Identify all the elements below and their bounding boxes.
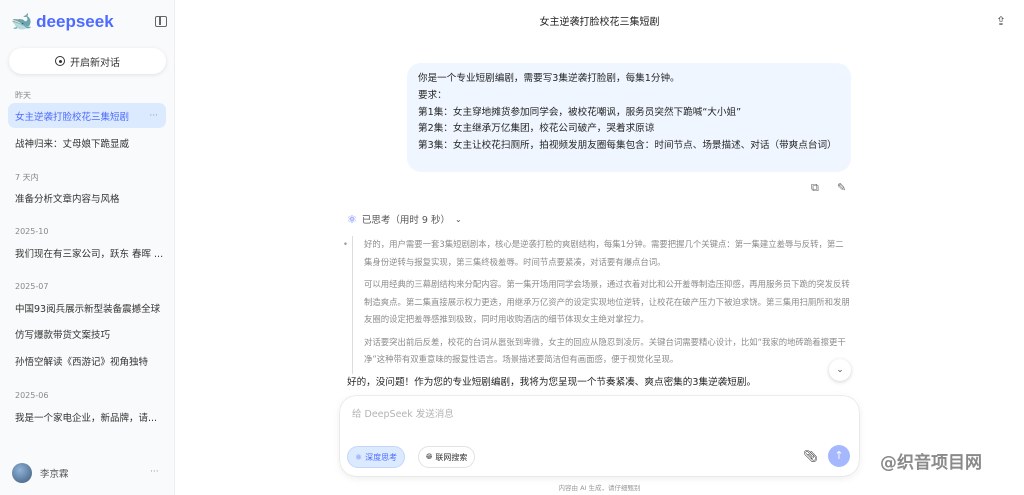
page-title: 女主逆袭打脸校花三集短剧 — [539, 17, 660, 28]
chevron-down-icon: ⌄ — [454, 214, 462, 224]
sidebar: 🐋 deepseek 开启新对话 昨天 女主逆袭打脸校花三集短剧 ··· 战神归来：… — [0, 0, 175, 495]
group-label: 2025-07 — [15, 282, 49, 291]
web-search-button[interactable]: 🌐︎ 联网搜索 — [418, 446, 476, 468]
chat-item[interactable]: 中国93阅兵展示新型装备震撼全球 — [8, 295, 166, 320]
chat-item[interactable]: 战神归来：丈母娘下跪显威 — [8, 130, 166, 155]
user-message: 你是一个专业短剧编剧，需要写3集逆袭打脸剧，每集1分钟。 要求： 第1集：女主穿… — [407, 63, 851, 172]
group-label: 2025-10 — [15, 227, 49, 236]
user-profile[interactable]: 李京霖 — [12, 463, 69, 483]
scroll-down-button[interactable]: ⌄ — [829, 359, 851, 381]
share-icon[interactable]: ⇪ — [996, 14, 1006, 28]
sidebar-toggle-icon[interactable] — [155, 16, 167, 27]
more-icon[interactable]: ··· — [149, 111, 158, 121]
chat-item[interactable]: 仿写爆款带货文案技巧 — [8, 321, 166, 346]
group-label: 7 天内 — [15, 173, 39, 182]
chat-item[interactable]: 我们现在有三家公司，跃东 春晖 ... — [8, 240, 166, 265]
send-button[interactable]: ↑ — [828, 445, 850, 467]
whale-icon: 🐋 — [11, 12, 33, 31]
new-chat-button[interactable]: 开启新对话 — [9, 48, 166, 74]
deep-think-button[interactable]: ⚛ 深度思考 — [347, 446, 406, 468]
attach-icon[interactable]: 📎︎ — [803, 449, 818, 463]
chat-item[interactable]: 孙悟空解读《西游记》视角独特 — [8, 348, 166, 373]
chat-item[interactable]: 女主逆袭打脸校花三集短剧 ··· — [8, 103, 166, 128]
bullet-icon: • — [343, 239, 348, 249]
deepseek-logo[interactable]: 🐋 deepseek — [11, 12, 114, 32]
globe-icon: 🌐︎ — [426, 452, 433, 461]
thinking-content: • 好的，用户需要一套3集短剧剧本，核心是逆袭打脸的爽剧结构，每集1分钟。需要把… — [343, 236, 852, 374]
message-input[interactable]: 给 DeepSeek 发送消息 — [352, 406, 454, 420]
edit-icon[interactable]: ✎ — [837, 181, 846, 194]
chat-item[interactable]: 准备分析文章内容与风格 — [8, 185, 166, 210]
atom-icon: ⚛ — [355, 452, 363, 462]
atom-icon: ⚛ — [347, 212, 357, 226]
new-chat-icon — [55, 56, 65, 66]
disclaimer: 内容由 AI 生成，请仔细甄别 — [558, 484, 641, 492]
copy-icon[interactable]: ⧉ — [811, 181, 819, 195]
avatar — [12, 463, 32, 483]
user-more-icon[interactable]: ··· — [150, 467, 159, 477]
thinking-toggle[interactable]: ⚛ 已思考（用时 9 秒） ⌄ — [347, 212, 462, 227]
chat-item[interactable]: 我是一个家电企业，新品牌，请... — [8, 404, 166, 429]
assistant-answer: 好的，没问题！作为您的专业短剧编剧，我将为您呈现一个节奏紧凑、爽点密集的3集逆袭… — [347, 377, 757, 388]
group-label: 昨天 — [15, 91, 31, 100]
group-label: 2025-06 — [15, 391, 49, 400]
watermark: @织音项目网 — [880, 453, 982, 473]
message-input-box[interactable]: 给 DeepSeek 发送消息 ⚛ 深度思考 🌐︎ 联网搜索 📎︎ ↑ — [340, 396, 859, 476]
